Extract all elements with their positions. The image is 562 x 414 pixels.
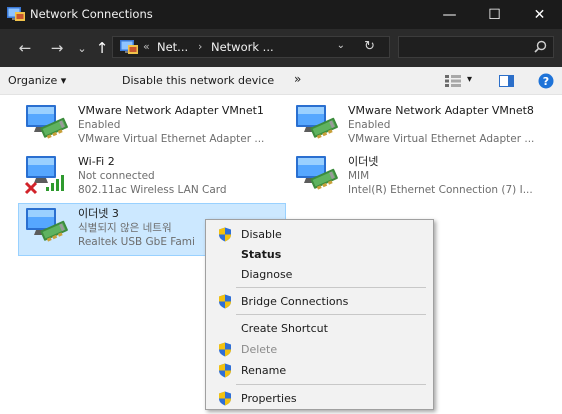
command-bar: Organize ▾ Disable this network device »… xyxy=(0,67,562,95)
adapter-vmnet8[interactable]: VMware Network Adapter VMnet8 Enabled VM… xyxy=(294,104,556,152)
adapter-name: VMware Network Adapter VMnet8 xyxy=(348,104,534,117)
adapter-status: Enabled xyxy=(348,119,391,131)
more-commands-button[interactable]: » xyxy=(294,72,301,86)
ethernet-adapter-icon xyxy=(294,104,340,148)
svg-text:?: ? xyxy=(543,75,549,88)
menu-item-rename[interactable]: Rename xyxy=(206,360,433,381)
adapter-ethernet[interactable]: 이더넷 MIM Intel(R) Ethernet Connection (7)… xyxy=(294,155,556,203)
search-icon xyxy=(534,40,547,53)
adapter-name: Wi-Fi 2 xyxy=(78,155,115,168)
uac-shield-icon xyxy=(218,227,232,242)
adapter-device: Intel(R) Ethernet Connection (7) I... xyxy=(348,184,533,196)
menu-item-properties[interactable]: Properties xyxy=(206,388,433,409)
network-connections-icon xyxy=(7,6,25,22)
adapter-device: Realtek USB GbE Fami xyxy=(78,236,195,248)
address-dropdown-button[interactable]: ⌄ xyxy=(337,40,345,51)
back-button[interactable]: ← xyxy=(16,38,34,58)
uac-shield-icon xyxy=(218,342,232,357)
menu-item-create-shortcut[interactable]: Create Shortcut xyxy=(206,318,433,339)
menu-item-delete[interactable]: Delete xyxy=(206,339,433,360)
maximize-button[interactable]: ☐ xyxy=(472,0,517,29)
title-bar: Network Connections — ☐ ✕ xyxy=(0,0,562,29)
network-location-icon xyxy=(120,39,138,55)
adapter-wifi-2[interactable]: Wi-Fi 2 Not connected 802.11ac Wireless … xyxy=(24,155,274,203)
menu-item-label: Diagnose xyxy=(241,268,293,281)
forward-button[interactable]: → xyxy=(48,38,66,58)
help-icon[interactable]: ? xyxy=(538,73,554,89)
preview-pane-icon[interactable] xyxy=(499,75,514,87)
uac-shield-icon xyxy=(218,391,232,406)
menu-separator xyxy=(236,384,426,385)
adapter-name: 이더넷 3 xyxy=(78,207,119,220)
menu-item-label: Properties xyxy=(241,392,297,405)
menu-item-label: Delete xyxy=(241,343,278,356)
menu-item-bridge-connections[interactable]: Bridge Connections xyxy=(206,291,433,312)
close-button[interactable]: ✕ xyxy=(517,0,562,29)
adapter-device: VMware Virtual Ethernet Adapter ... xyxy=(78,133,265,145)
adapter-device: VMware Virtual Ethernet Adapter ... xyxy=(348,133,535,145)
adapter-name: VMware Network Adapter VMnet1 xyxy=(78,104,264,117)
adapter-device: 802.11ac Wireless LAN Card xyxy=(78,184,227,196)
breadcrumb-separator[interactable]: › xyxy=(198,40,202,53)
refresh-button[interactable]: ↻ xyxy=(364,39,375,54)
adapter-vmnet1[interactable]: VMware Network Adapter VMnet1 Enabled VM… xyxy=(24,104,274,152)
adapter-status: Enabled xyxy=(78,119,121,131)
ethernet-adapter-icon xyxy=(294,155,340,199)
uac-shield-icon xyxy=(218,363,232,378)
minimize-button[interactable]: — xyxy=(427,0,472,29)
adapter-status: MIM xyxy=(348,170,370,182)
menu-item-disable[interactable]: Disable xyxy=(206,224,433,245)
recent-locations-dropdown[interactable]: ⌄ xyxy=(76,38,88,58)
address-box[interactable]: « Net... › Network ... ⌄ ↻ xyxy=(112,36,390,58)
menu-item-label: Create Shortcut xyxy=(241,322,328,335)
window-title: Network Connections xyxy=(30,7,153,21)
menu-item-label: Disable xyxy=(241,228,282,241)
wifi-adapter-icon xyxy=(24,156,64,195)
up-button[interactable]: ↑ xyxy=(94,38,110,58)
address-bar-row: ← → ⌄ ↑ « Net... › Network ... ⌄ ↻ xyxy=(0,29,562,67)
adapter-name: 이더넷 xyxy=(348,155,379,168)
ethernet-adapter-icon xyxy=(24,207,70,251)
change-view-icon[interactable] xyxy=(445,75,461,87)
uac-shield-icon xyxy=(218,294,232,309)
menu-separator xyxy=(236,287,426,288)
adapter-status: 식별되지 않은 네트워 xyxy=(78,222,172,234)
ethernet-adapter-icon xyxy=(24,104,70,148)
disable-device-button[interactable]: Disable this network device xyxy=(122,74,274,87)
context-menu: Disable Status Diagnose Bridge Connectio… xyxy=(205,219,434,410)
menu-item-diagnose[interactable]: Diagnose xyxy=(206,264,433,285)
menu-item-label: Bridge Connections xyxy=(241,295,349,308)
adapter-status: Not connected xyxy=(78,170,155,182)
breadcrumb-network-connections[interactable]: Network ... xyxy=(211,40,274,54)
menu-separator xyxy=(236,314,426,315)
breadcrumb-network-internet[interactable]: Net... xyxy=(157,40,188,54)
search-input[interactable] xyxy=(398,36,554,58)
organize-menu[interactable]: Organize ▾ xyxy=(8,74,66,87)
view-options-dropdown[interactable]: ▾ xyxy=(467,74,472,85)
menu-item-label: Status xyxy=(241,248,282,261)
menu-item-status[interactable]: Status xyxy=(206,244,433,265)
menu-item-label: Rename xyxy=(241,364,287,377)
breadcrumb-overflow[interactable]: « xyxy=(143,40,150,53)
